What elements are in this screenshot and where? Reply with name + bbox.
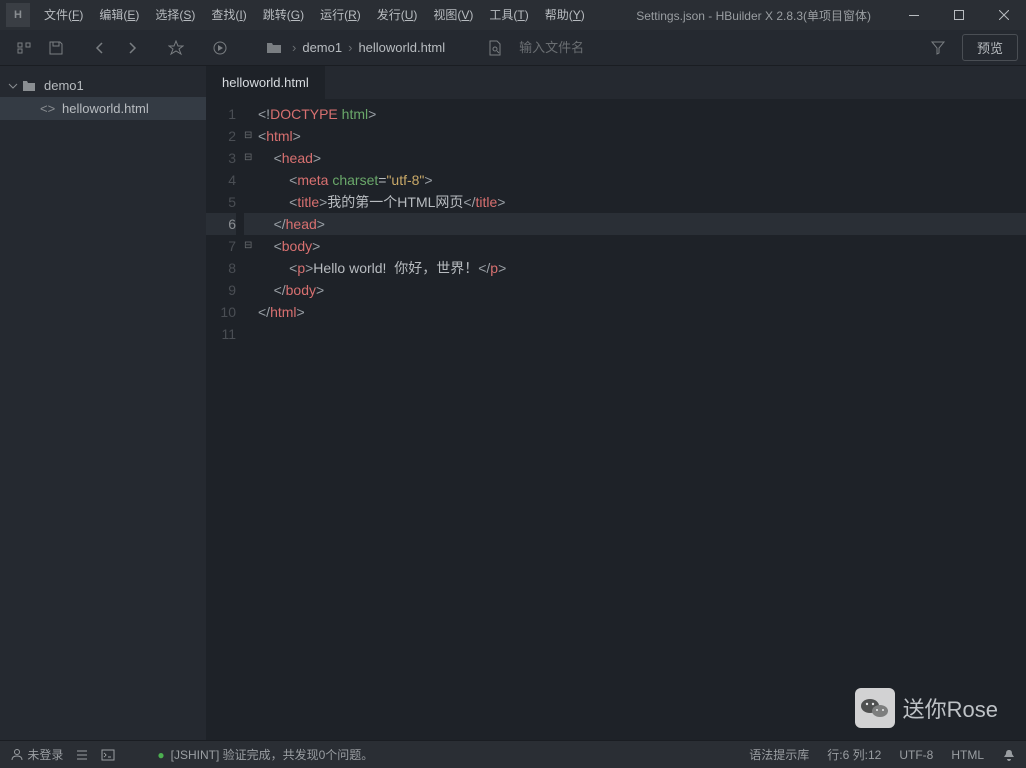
main-menu: 文件(F)编辑(E)选择(S)查找(I)跳转(G)运行(R)发行(U)视图(V)… <box>36 0 616 30</box>
breadcrumb-item[interactable]: demo1 <box>298 40 346 55</box>
main-area: demo1 <> helloworld.html helloworld.html… <box>0 66 1026 740</box>
menu-item[interactable]: 选择(S) <box>147 0 203 30</box>
titlebar: H 文件(F)编辑(E)选择(S)查找(I)跳转(G)运行(R)发行(U)视图(… <box>0 0 1026 30</box>
syntax-hint-button[interactable]: 语法提示库 <box>749 746 809 763</box>
watermark-text: 送你Rose <box>903 692 998 724</box>
forward-icon[interactable] <box>116 32 148 64</box>
file-search <box>479 32 922 64</box>
preview-button[interactable]: 预览 <box>962 34 1018 61</box>
encoding-select[interactable]: UTF-8 <box>899 748 933 762</box>
breadcrumb: › demo1 › helloworld.html <box>258 32 449 64</box>
menu-item[interactable]: 视图(V) <box>425 0 481 30</box>
window-title: Settings.json - HBuilder X 2.8.3(单项目窗体) <box>616 7 891 24</box>
folder-icon <box>258 32 290 64</box>
menu-item[interactable]: 帮助(Y) <box>537 0 593 30</box>
sidebar: demo1 <> helloworld.html <box>0 66 206 740</box>
menu-item[interactable]: 工具(T) <box>481 0 536 30</box>
chevron-right-icon: › <box>290 40 298 55</box>
menu-item[interactable]: 跳转(G) <box>255 0 312 30</box>
bell-icon[interactable] <box>1002 748 1016 762</box>
menu-item[interactable]: 运行(R) <box>312 0 369 30</box>
save-icon[interactable] <box>40 32 72 64</box>
wechat-icon <box>855 688 895 728</box>
menu-item[interactable]: 编辑(E) <box>91 0 147 30</box>
tab-file[interactable]: helloworld.html <box>206 66 326 99</box>
code-file-icon: <> <box>40 101 56 116</box>
run-icon[interactable] <box>204 32 236 64</box>
watermark: 送你Rose <box>855 688 998 728</box>
code-content[interactable]: <!DOCTYPE html><html> <head> <meta chars… <box>258 99 1026 740</box>
menu-item[interactable]: 文件(F) <box>36 0 91 30</box>
close-button[interactable] <box>981 0 1026 30</box>
tree-label: helloworld.html <box>62 101 149 116</box>
fold-column: ⊟⊟⊟ <box>244 99 258 740</box>
toolbar: › demo1 › helloworld.html 预览 <box>0 30 1026 66</box>
window-controls <box>891 0 1026 30</box>
search-input[interactable] <box>519 40 719 55</box>
tree-file[interactable]: <> helloworld.html <box>0 97 206 120</box>
code-editor[interactable]: 1234567891011 ⊟⊟⊟ <!DOCTYPE html><html> … <box>206 99 1026 740</box>
menu-item[interactable]: 查找(I) <box>203 0 254 30</box>
line-gutter: 1234567891011 <box>206 99 244 740</box>
lint-status[interactable]: ●[JSHINT] 验证完成，共发现0个问题。 <box>157 746 373 763</box>
filter-icon[interactable] <box>922 32 954 64</box>
chevron-right-icon: › <box>346 40 354 55</box>
user-icon[interactable]: 未登录 <box>10 746 63 763</box>
editor-area: helloworld.html 1234567891011 ⊟⊟⊟ <!DOCT… <box>206 66 1026 740</box>
folder-icon <box>22 80 38 92</box>
view-list-icon[interactable] <box>8 32 40 64</box>
app-logo: H <box>6 3 30 27</box>
tree-label: demo1 <box>44 78 84 93</box>
minimize-button[interactable] <box>891 0 936 30</box>
chevron-down-icon <box>8 81 22 91</box>
tabs: helloworld.html <box>206 66 1026 99</box>
star-icon[interactable] <box>160 32 192 64</box>
back-icon[interactable] <box>84 32 116 64</box>
breadcrumb-item[interactable]: helloworld.html <box>354 40 449 55</box>
maximize-button[interactable] <box>936 0 981 30</box>
tree-folder[interactable]: demo1 <box>0 74 206 97</box>
cursor-position[interactable]: 行:6 列:12 <box>827 746 881 763</box>
terminal-icon[interactable] <box>101 748 115 762</box>
menu-item[interactable]: 发行(U) <box>369 0 426 30</box>
language-select[interactable]: HTML <box>951 748 984 762</box>
statusbar: 未登录 ●[JSHINT] 验证完成，共发现0个问题。 语法提示库 行:6 列:… <box>0 740 1026 768</box>
search-doc-icon[interactable] <box>479 32 511 64</box>
list-icon[interactable] <box>75 748 89 762</box>
